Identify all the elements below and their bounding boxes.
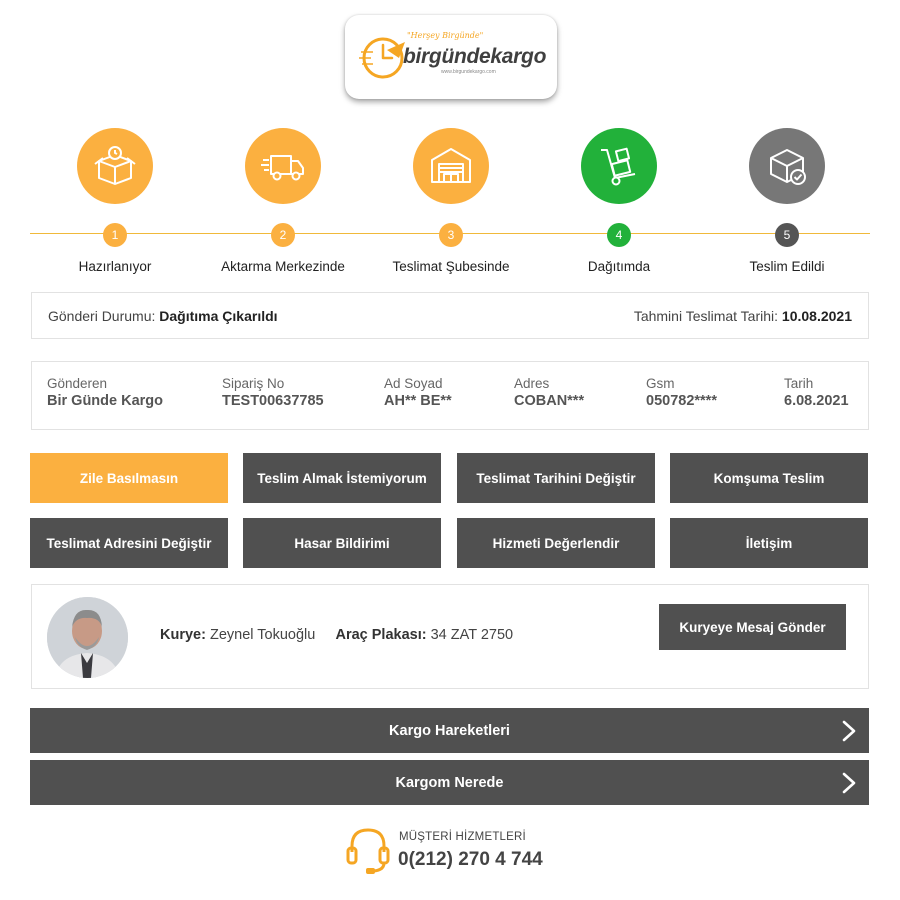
change-delivery-date-button[interactable]: Teslimat Tarihini Değiştir — [457, 453, 655, 503]
step-number: 2 — [271, 223, 295, 247]
info-date: Tarih 6.08.2021 — [784, 376, 849, 409]
info-label: Gönderen — [47, 376, 108, 391]
step-teslim-edildi: 5 Teslim Edildi — [702, 128, 872, 274]
truck-icon — [245, 128, 321, 204]
step-number: 1 — [103, 223, 127, 247]
step-label: Aktarma Merkezinde — [221, 259, 345, 274]
cargo-movements-accordion[interactable]: Kargo Hareketleri — [30, 708, 869, 753]
warehouse-icon — [413, 128, 489, 204]
step-number: 5 — [775, 223, 799, 247]
step-label: Dağıtımda — [587, 259, 651, 274]
courier-avatar — [47, 597, 128, 678]
status-label: Gönderi Durumu: — [48, 307, 156, 324]
eta-label: Tahmini Teslimat Tarihi: — [633, 307, 779, 324]
box-clock-icon — [77, 128, 153, 204]
info-value: 6.08.2021 — [784, 393, 849, 409]
shipment-status-bar: Gönderi Durumu: Dağıtıma Çıkarıldı Tahmi… — [31, 292, 869, 339]
brand-tagline: "Herşey Birgünde" — [407, 31, 484, 40]
eta-value: 10.08.2021 — [781, 307, 852, 324]
info-label: Tarih — [784, 376, 814, 391]
change-address-button[interactable]: Teslimat Adresini Değiştir — [30, 518, 228, 568]
courier-name: Zeynel Tokuoğlu — [209, 627, 316, 643]
accordion-label: Kargo Hareketleri — [389, 722, 510, 739]
info-label: Sipariş No — [222, 376, 285, 391]
info-value: COBAN*** — [514, 393, 585, 409]
message-courier-button[interactable]: Kuryeye Mesaj Gönder — [659, 604, 846, 650]
step-label: Teslim Edildi — [749, 259, 825, 274]
chevron-right-icon — [842, 720, 856, 742]
info-value: 050782**** — [646, 393, 717, 409]
step-hazirlaniyor: 1 Hazırlanıyor — [30, 128, 200, 274]
hand-truck-icon — [581, 128, 657, 204]
shipment-status: Gönderi Durumu: Dağıtıma Çıkarıldı — [48, 308, 278, 324]
courier-panel: Kurye: Zeynel Tokuoğlu Araç Plakası: 34 … — [31, 584, 869, 689]
plate-value: 34 ZAT 2750 — [430, 627, 514, 643]
customer-service-phone[interactable]: 0(212) 270 4 744 — [398, 849, 543, 871]
estimated-delivery: Tahmini Teslimat Tarihi: 10.08.2021 — [634, 308, 852, 324]
info-label: Gsm — [646, 376, 675, 391]
status-value: Dağıtıma Çıkarıldı — [159, 307, 278, 324]
shipment-info-panel: Gönderen Bir Günde Kargo Sipariş No TEST… — [31, 361, 869, 430]
courier-label: Kurye: — [160, 627, 206, 643]
rate-service-button[interactable]: Hizmeti Değerlendir — [457, 518, 655, 568]
info-name: Ad Soyad AH** BE** — [384, 376, 452, 409]
info-value: TEST00637785 — [222, 393, 324, 409]
step-aktarma-merkezinde: 2 Aktarma Merkezinde — [198, 128, 368, 274]
accordion-label: Kargom Nerede — [395, 774, 504, 791]
info-gsm: Gsm 050782**** — [646, 376, 717, 409]
brand-url: www.birgundekargo.com — [441, 69, 496, 75]
step-label: Teslimat Şubesinde — [392, 259, 510, 274]
chevron-right-icon — [842, 772, 856, 794]
contact-button[interactable]: İletişim — [670, 518, 868, 568]
refuse-delivery-button[interactable]: Teslim Almak İstemiyorum — [243, 453, 441, 503]
info-address: Adres COBAN*** — [514, 376, 584, 409]
customer-service-label: MÜŞTERİ HİZMETLERİ — [399, 831, 526, 843]
info-label: Ad Soyad — [384, 376, 443, 391]
brand-name: birgündekargo — [403, 45, 547, 68]
info-value: Bir Günde Kargo — [47, 393, 164, 409]
box-check-icon — [749, 128, 825, 204]
where-is-my-cargo-accordion[interactable]: Kargom Nerede — [30, 760, 869, 805]
deliver-to-neighbor-button[interactable]: Komşuma Teslim — [670, 453, 868, 503]
info-order-no: Sipariş No TEST00637785 — [222, 376, 324, 409]
info-sender: Gönderen Bir Günde Kargo — [47, 376, 163, 409]
plate-label: Araç Plakası: — [335, 627, 427, 643]
info-value: AH** BE** — [384, 393, 452, 409]
brand-logo[interactable]: "Herşey Birgünde" birgündekargo www.birg… — [345, 15, 557, 99]
step-dagitimda: 4 Dağıtımda — [534, 128, 704, 274]
customer-service[interactable]: MÜŞTERİ HİZMETLERİ 0(212) 270 4 744 — [346, 826, 586, 880]
step-label: Hazırlanıyor — [78, 259, 152, 274]
step-number: 3 — [439, 223, 463, 247]
info-label: Adres — [514, 376, 550, 391]
report-damage-button[interactable]: Hasar Bildirimi — [243, 518, 441, 568]
step-number: 4 — [607, 223, 631, 247]
dont-ring-bell-button[interactable]: Zile Basılmasın — [30, 453, 228, 503]
headset-icon — [346, 828, 390, 874]
step-teslimat-subesinde: 3 Teslimat Şubesinde — [366, 128, 536, 274]
courier-details: Kurye: Zeynel Tokuoğlu Araç Plakası: 34 … — [160, 627, 513, 643]
